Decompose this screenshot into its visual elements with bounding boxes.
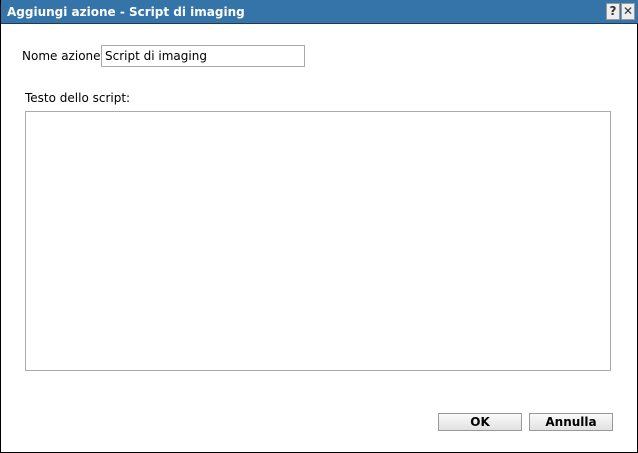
dialog: Aggiungi azione - Script di imaging ? ✕ …	[0, 0, 638, 453]
dialog-title: Aggiungi azione - Script di imaging	[7, 5, 245, 19]
name-label: Nome azione	[22, 49, 101, 63]
ok-button[interactable]: OK	[438, 413, 522, 431]
script-label: Testo dello script:	[25, 91, 131, 105]
close-icon[interactable]: ✕	[621, 3, 635, 20]
help-icon[interactable]: ?	[606, 3, 620, 20]
action-name-input[interactable]	[101, 45, 305, 67]
script-textarea[interactable]	[25, 111, 611, 371]
cancel-button[interactable]: Annulla	[529, 413, 613, 431]
title-bar: Aggiungi azione - Script di imaging	[1, 0, 638, 24]
